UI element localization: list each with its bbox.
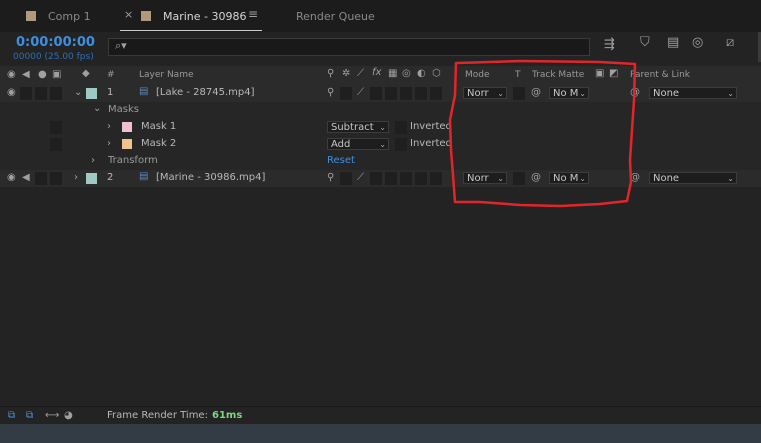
red-annotation-outline xyxy=(448,59,637,208)
layer-switches-toggle-icon[interactable]: ⧉ xyxy=(8,411,15,421)
annotation-overlay xyxy=(448,59,637,208)
in-out-toggle-icon[interactable]: ⟷ xyxy=(45,411,59,421)
transfer-controls-toggle-icon[interactable]: ⧉ xyxy=(26,411,33,421)
frame-render-time-label: Frame Render Time: xyxy=(107,410,208,421)
frame-render-time-value: 61ms xyxy=(212,410,243,421)
render-time-toggle-icon[interactable]: ◕ xyxy=(64,411,73,421)
timeline-footer: ⧉ ⧉ ⟷ ◕ Frame Render Time: 61ms xyxy=(0,406,761,425)
bottom-bar xyxy=(0,424,761,443)
